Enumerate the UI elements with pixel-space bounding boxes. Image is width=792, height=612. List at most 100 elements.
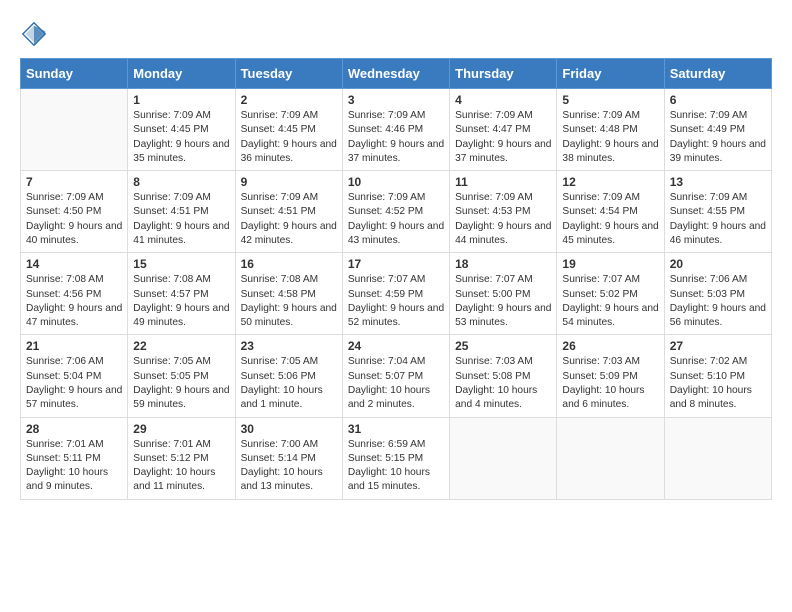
day-info: Sunrise: 7:09 AM Sunset: 4:55 PM Dayligh…: [670, 191, 766, 248]
day-number: 27: [670, 339, 766, 353]
day-number: 17: [348, 257, 444, 271]
day-number: 16: [241, 257, 337, 271]
day-info: Sunrise: 7:01 AM Sunset: 5:11 PM Dayligh…: [26, 438, 122, 495]
calendar-day-cell: 15 Sunrise: 7:08 AM Sunset: 4:57 PM Dayl…: [128, 253, 235, 335]
day-number: 7: [26, 175, 122, 189]
day-number: 29: [133, 422, 229, 436]
day-info: Sunrise: 7:05 AM Sunset: 5:06 PM Dayligh…: [241, 355, 337, 412]
day-number: 8: [133, 175, 229, 189]
day-info: Sunrise: 7:06 AM Sunset: 5:03 PM Dayligh…: [670, 273, 766, 330]
day-info: Sunrise: 7:09 AM Sunset: 4:53 PM Dayligh…: [455, 191, 551, 248]
calendar-day-cell: 2 Sunrise: 7:09 AM Sunset: 4:45 PM Dayli…: [235, 89, 342, 171]
day-number: 31: [348, 422, 444, 436]
calendar-day-cell: [557, 417, 664, 499]
calendar-week-row: 7 Sunrise: 7:09 AM Sunset: 4:50 PM Dayli…: [21, 171, 772, 253]
calendar-day-cell: 20 Sunrise: 7:06 AM Sunset: 5:03 PM Dayl…: [664, 253, 771, 335]
day-info: Sunrise: 7:03 AM Sunset: 5:09 PM Dayligh…: [562, 355, 658, 412]
calendar-day-cell: 4 Sunrise: 7:09 AM Sunset: 4:47 PM Dayli…: [450, 89, 557, 171]
day-info: Sunrise: 7:07 AM Sunset: 4:59 PM Dayligh…: [348, 273, 444, 330]
calendar-day-cell: 21 Sunrise: 7:06 AM Sunset: 5:04 PM Dayl…: [21, 335, 128, 417]
day-info: Sunrise: 7:07 AM Sunset: 5:00 PM Dayligh…: [455, 273, 551, 330]
day-number: 18: [455, 257, 551, 271]
day-info: Sunrise: 7:02 AM Sunset: 5:10 PM Dayligh…: [670, 355, 766, 412]
calendar-day-cell: 24 Sunrise: 7:04 AM Sunset: 5:07 PM Dayl…: [342, 335, 449, 417]
day-info: Sunrise: 7:08 AM Sunset: 4:56 PM Dayligh…: [26, 273, 122, 330]
day-number: 2: [241, 93, 337, 107]
calendar-day-cell: 16 Sunrise: 7:08 AM Sunset: 4:58 PM Dayl…: [235, 253, 342, 335]
day-info: Sunrise: 7:05 AM Sunset: 5:05 PM Dayligh…: [133, 355, 229, 412]
calendar-day-cell: 25 Sunrise: 7:03 AM Sunset: 5:08 PM Dayl…: [450, 335, 557, 417]
calendar-day-cell: 13 Sunrise: 7:09 AM Sunset: 4:55 PM Dayl…: [664, 171, 771, 253]
weekday-header-wednesday: Wednesday: [342, 59, 449, 89]
calendar-day-cell: 31 Sunrise: 6:59 AM Sunset: 5:15 PM Dayl…: [342, 417, 449, 499]
day-info: Sunrise: 7:03 AM Sunset: 5:08 PM Dayligh…: [455, 355, 551, 412]
day-info: Sunrise: 7:01 AM Sunset: 5:12 PM Dayligh…: [133, 438, 229, 495]
day-number: 23: [241, 339, 337, 353]
calendar-day-cell: 19 Sunrise: 7:07 AM Sunset: 5:02 PM Dayl…: [557, 253, 664, 335]
calendar-day-cell: 10 Sunrise: 7:09 AM Sunset: 4:52 PM Dayl…: [342, 171, 449, 253]
calendar-day-cell: 8 Sunrise: 7:09 AM Sunset: 4:51 PM Dayli…: [128, 171, 235, 253]
day-number: 14: [26, 257, 122, 271]
day-info: Sunrise: 7:09 AM Sunset: 4:54 PM Dayligh…: [562, 191, 658, 248]
calendar-day-cell: 1 Sunrise: 7:09 AM Sunset: 4:45 PM Dayli…: [128, 89, 235, 171]
calendar-week-row: 1 Sunrise: 7:09 AM Sunset: 4:45 PM Dayli…: [21, 89, 772, 171]
day-number: 30: [241, 422, 337, 436]
calendar-day-cell: 6 Sunrise: 7:09 AM Sunset: 4:49 PM Dayli…: [664, 89, 771, 171]
day-info: Sunrise: 7:09 AM Sunset: 4:50 PM Dayligh…: [26, 191, 122, 248]
day-number: 20: [670, 257, 766, 271]
calendar-day-cell: 5 Sunrise: 7:09 AM Sunset: 4:48 PM Dayli…: [557, 89, 664, 171]
day-info: Sunrise: 6:59 AM Sunset: 5:15 PM Dayligh…: [348, 438, 444, 495]
day-number: 22: [133, 339, 229, 353]
logo-icon: [20, 20, 48, 48]
calendar-day-cell: 26 Sunrise: 7:03 AM Sunset: 5:09 PM Dayl…: [557, 335, 664, 417]
calendar-day-cell: [664, 417, 771, 499]
calendar-day-cell: 12 Sunrise: 7:09 AM Sunset: 4:54 PM Dayl…: [557, 171, 664, 253]
day-info: Sunrise: 7:04 AM Sunset: 5:07 PM Dayligh…: [348, 355, 444, 412]
day-info: Sunrise: 7:09 AM Sunset: 4:47 PM Dayligh…: [455, 109, 551, 166]
day-number: 24: [348, 339, 444, 353]
day-number: 1: [133, 93, 229, 107]
day-info: Sunrise: 7:08 AM Sunset: 4:57 PM Dayligh…: [133, 273, 229, 330]
day-info: Sunrise: 7:09 AM Sunset: 4:51 PM Dayligh…: [133, 191, 229, 248]
calendar-day-cell: 28 Sunrise: 7:01 AM Sunset: 5:11 PM Dayl…: [21, 417, 128, 499]
day-number: 4: [455, 93, 551, 107]
day-info: Sunrise: 7:09 AM Sunset: 4:45 PM Dayligh…: [241, 109, 337, 166]
weekday-header-saturday: Saturday: [664, 59, 771, 89]
weekday-header-row: SundayMondayTuesdayWednesdayThursdayFrid…: [21, 59, 772, 89]
calendar-day-cell: 23 Sunrise: 7:05 AM Sunset: 5:06 PM Dayl…: [235, 335, 342, 417]
day-number: 25: [455, 339, 551, 353]
weekday-header-thursday: Thursday: [450, 59, 557, 89]
day-info: Sunrise: 7:09 AM Sunset: 4:48 PM Dayligh…: [562, 109, 658, 166]
day-number: 21: [26, 339, 122, 353]
calendar-week-row: 28 Sunrise: 7:01 AM Sunset: 5:11 PM Dayl…: [21, 417, 772, 499]
calendar-table: SundayMondayTuesdayWednesdayThursdayFrid…: [20, 58, 772, 500]
calendar-day-cell: 17 Sunrise: 7:07 AM Sunset: 4:59 PM Dayl…: [342, 253, 449, 335]
day-info: Sunrise: 7:09 AM Sunset: 4:46 PM Dayligh…: [348, 109, 444, 166]
day-info: Sunrise: 7:00 AM Sunset: 5:14 PM Dayligh…: [241, 438, 337, 495]
calendar-day-cell: 18 Sunrise: 7:07 AM Sunset: 5:00 PM Dayl…: [450, 253, 557, 335]
calendar-day-cell: 22 Sunrise: 7:05 AM Sunset: 5:05 PM Dayl…: [128, 335, 235, 417]
calendar-day-cell: 14 Sunrise: 7:08 AM Sunset: 4:56 PM Dayl…: [21, 253, 128, 335]
day-number: 6: [670, 93, 766, 107]
calendar-day-cell: 11 Sunrise: 7:09 AM Sunset: 4:53 PM Dayl…: [450, 171, 557, 253]
calendar-day-cell: 27 Sunrise: 7:02 AM Sunset: 5:10 PM Dayl…: [664, 335, 771, 417]
calendar-week-row: 21 Sunrise: 7:06 AM Sunset: 5:04 PM Dayl…: [21, 335, 772, 417]
day-number: 11: [455, 175, 551, 189]
calendar-day-cell: [21, 89, 128, 171]
day-info: Sunrise: 7:09 AM Sunset: 4:52 PM Dayligh…: [348, 191, 444, 248]
day-number: 10: [348, 175, 444, 189]
day-info: Sunrise: 7:09 AM Sunset: 4:49 PM Dayligh…: [670, 109, 766, 166]
calendar-week-row: 14 Sunrise: 7:08 AM Sunset: 4:56 PM Dayl…: [21, 253, 772, 335]
day-number: 13: [670, 175, 766, 189]
day-info: Sunrise: 7:09 AM Sunset: 4:45 PM Dayligh…: [133, 109, 229, 166]
day-number: 5: [562, 93, 658, 107]
calendar-day-cell: 7 Sunrise: 7:09 AM Sunset: 4:50 PM Dayli…: [21, 171, 128, 253]
calendar-day-cell: 9 Sunrise: 7:09 AM Sunset: 4:51 PM Dayli…: [235, 171, 342, 253]
day-info: Sunrise: 7:09 AM Sunset: 4:51 PM Dayligh…: [241, 191, 337, 248]
day-info: Sunrise: 7:06 AM Sunset: 5:04 PM Dayligh…: [26, 355, 122, 412]
calendar-day-cell: 30 Sunrise: 7:00 AM Sunset: 5:14 PM Dayl…: [235, 417, 342, 499]
calendar-day-cell: 3 Sunrise: 7:09 AM Sunset: 4:46 PM Dayli…: [342, 89, 449, 171]
logo: [20, 20, 52, 48]
weekday-header-monday: Monday: [128, 59, 235, 89]
weekday-header-tuesday: Tuesday: [235, 59, 342, 89]
